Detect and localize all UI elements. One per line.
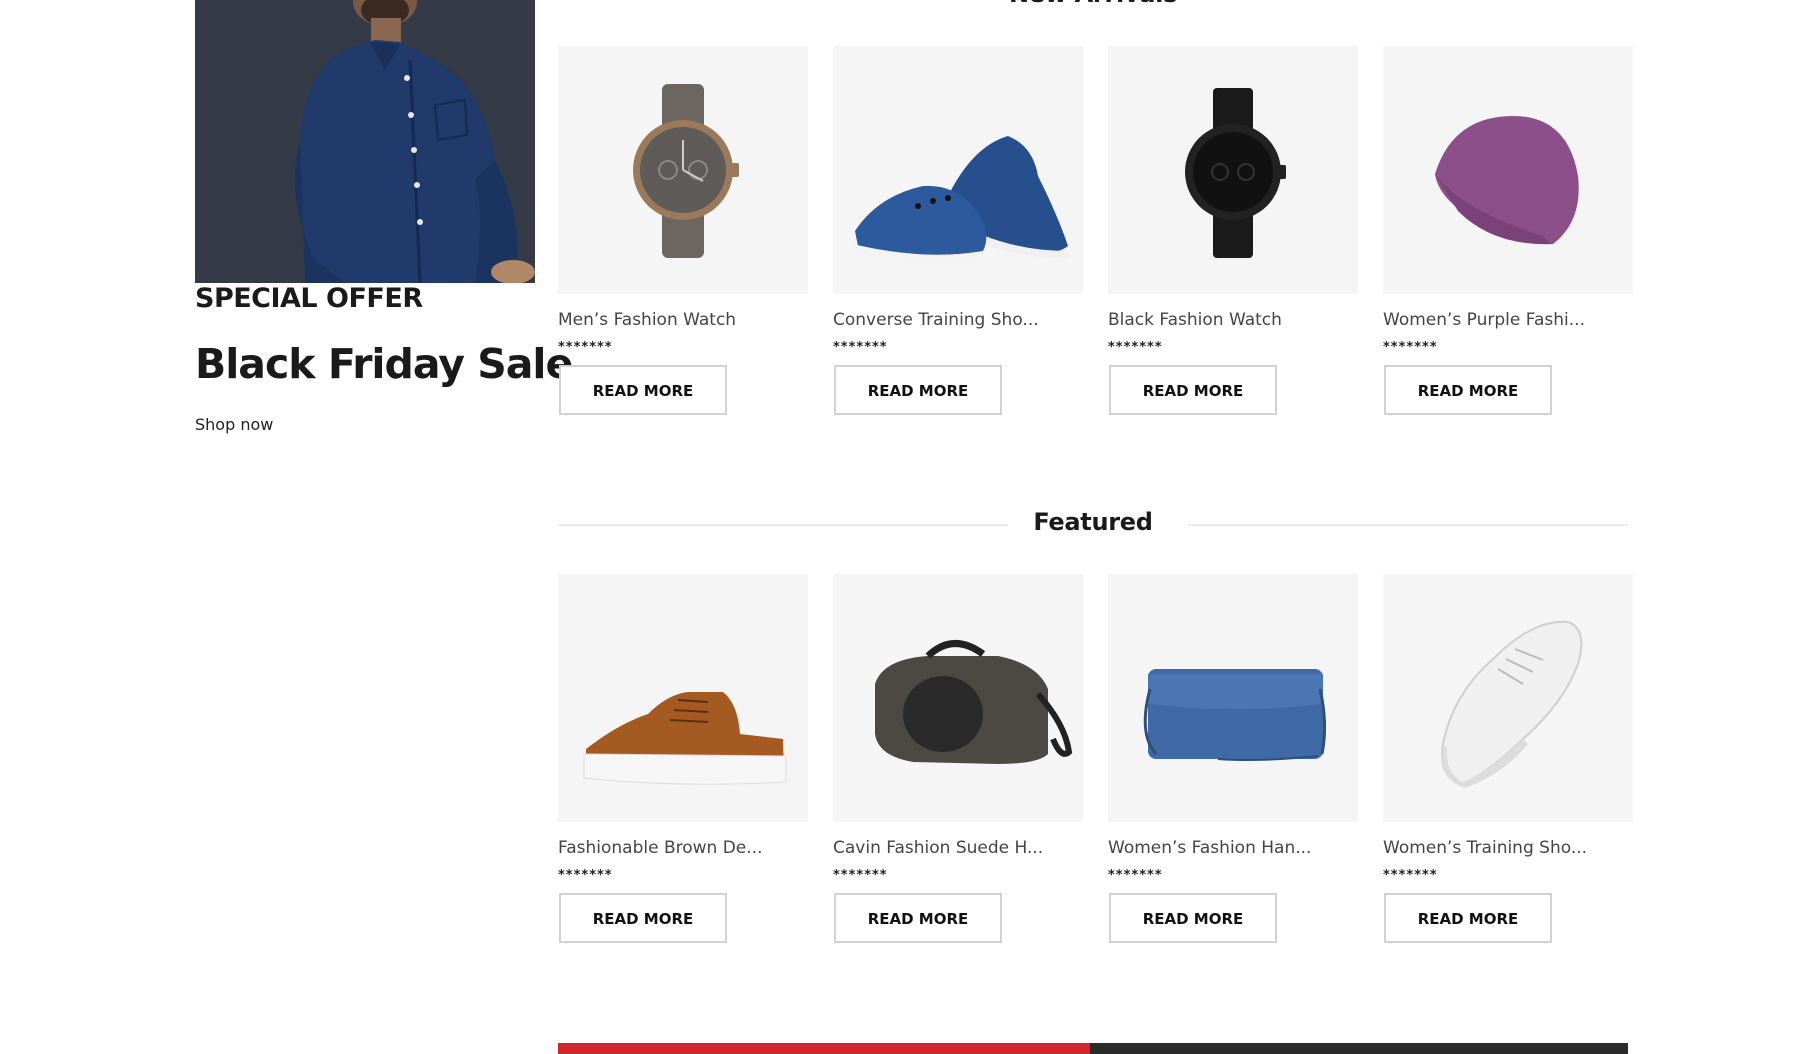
promo-label: SPECIAL OFFER xyxy=(195,283,423,314)
product-image[interactable] xyxy=(833,46,1083,294)
read-more-button[interactable]: READ MORE xyxy=(834,365,1002,415)
brown-watch-icon xyxy=(633,84,739,258)
section-title: New Arrivals xyxy=(558,0,1628,8)
read-more-button[interactable]: READ MORE xyxy=(1109,893,1277,943)
duffel-bag-icon xyxy=(875,640,1073,764)
section-title: Featured xyxy=(1033,508,1153,536)
product-image[interactable] xyxy=(833,574,1083,822)
product-name[interactable]: Women’s Training Sho... xyxy=(1383,838,1633,858)
product-name[interactable]: Women’s Fashion Han... xyxy=(1108,838,1358,858)
product-image[interactable] xyxy=(1383,46,1633,294)
product-rating: ******* xyxy=(558,868,613,883)
shop-now-link[interactable]: Shop now xyxy=(195,415,273,434)
featured-section: Featured Fashionable Brown De... *******… xyxy=(558,504,1633,964)
blue-sneakers-icon xyxy=(851,136,1069,263)
read-more-button[interactable]: READ MORE xyxy=(559,365,727,415)
product-image[interactable] xyxy=(558,46,808,294)
product-rating: ******* xyxy=(1383,340,1438,355)
section-header: Featured xyxy=(558,504,1628,544)
product-name[interactable]: Men’s Fashion Watch xyxy=(558,310,808,330)
product-name[interactable]: Black Fashion Watch xyxy=(1108,310,1358,330)
blue-handbag-icon xyxy=(1143,669,1327,761)
product-image[interactable] xyxy=(558,574,808,822)
promo-model-image[interactable] xyxy=(195,0,535,283)
new-arrivals-section: New Arrivals Men’s Fashion Watch *******… xyxy=(558,0,1633,436)
product-rating: ******* xyxy=(833,340,888,355)
purple-beanie-icon xyxy=(1435,116,1579,245)
section-header: New Arrivals xyxy=(558,0,1628,16)
product-name[interactable]: Fashionable Brown De... xyxy=(558,838,808,858)
product-name[interactable]: Cavin Fashion Suede H... xyxy=(833,838,1083,858)
read-more-button[interactable]: READ MORE xyxy=(834,893,1002,943)
banner-background xyxy=(558,1043,1628,1054)
product-rating: ******* xyxy=(1383,868,1438,883)
read-more-button[interactable]: READ MORE xyxy=(1109,365,1277,415)
black-watch-icon xyxy=(1185,88,1286,258)
white-sneaker-icon xyxy=(1441,620,1583,788)
product-name[interactable]: Converse Training Sho... xyxy=(833,310,1083,330)
product-rating: ******* xyxy=(1108,340,1163,355)
read-more-button[interactable]: READ MORE xyxy=(1384,365,1552,415)
brown-shoe-icon xyxy=(583,692,787,785)
product-image[interactable] xyxy=(1108,46,1358,294)
product-rating: ******* xyxy=(1108,868,1163,883)
read-more-button[interactable]: READ MORE xyxy=(559,893,727,943)
product-rating: ******* xyxy=(833,868,888,883)
product-image[interactable] xyxy=(1383,574,1633,822)
read-more-button[interactable]: READ MORE xyxy=(1384,893,1552,943)
promo-title: Black Friday Sale xyxy=(195,340,573,388)
product-rating: ******* xyxy=(558,340,613,355)
product-name[interactable]: Women’s Purple Fashi... xyxy=(1383,310,1633,330)
bottom-banner[interactable] xyxy=(558,1043,1628,1054)
product-image[interactable] xyxy=(1108,574,1358,822)
